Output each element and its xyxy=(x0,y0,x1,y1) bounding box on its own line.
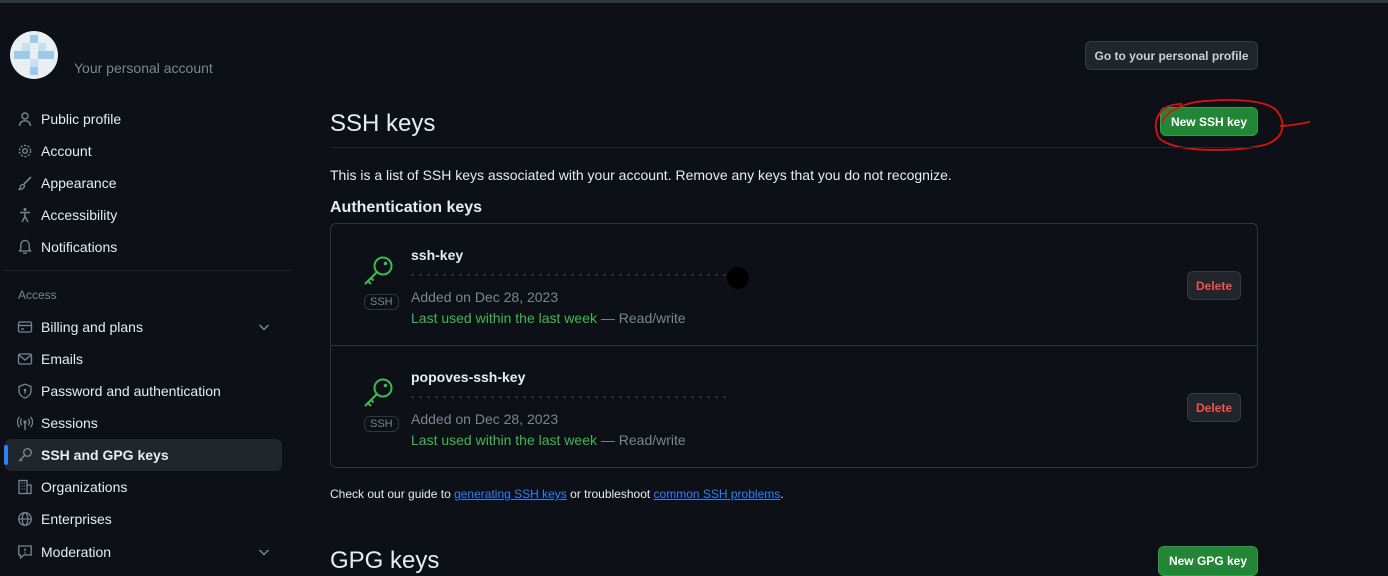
sidebar-item-label: Sessions xyxy=(41,415,98,431)
new-ssh-key-button[interactable]: New SSH key xyxy=(1160,107,1258,136)
key-icon xyxy=(18,448,32,462)
last-used-text: Last used within the last week xyxy=(411,310,597,326)
key-last-used: Last used within the last week — Read/wr… xyxy=(411,310,686,326)
globe-icon xyxy=(18,512,32,526)
sidebar-item-organizations[interactable]: Organizations xyxy=(5,471,282,503)
section-divider xyxy=(330,147,1258,148)
account-subtitle: Your personal account xyxy=(74,60,213,76)
ssh-key-list: SSH ssh-key Added on Dec 28, 2023 Last u… xyxy=(330,223,1258,468)
sidebar-item-account[interactable]: Account xyxy=(5,135,282,167)
chevron-down-icon[interactable] xyxy=(256,319,272,335)
ssh-key-row: SSH popoves-ssh-key Added on Dec 28, 202… xyxy=(331,346,1257,467)
ssh-badge: SSH xyxy=(364,416,399,432)
ssh-help-text: Check out our guide to generating SSH ke… xyxy=(330,487,784,501)
key-title: popoves-ssh-key xyxy=(411,369,526,385)
redaction-mark xyxy=(727,267,749,289)
delete-key-button[interactable]: Delete xyxy=(1187,393,1241,422)
sidebar-item-label: Notifications xyxy=(41,239,118,255)
key-added-date: Added on Dec 28, 2023 xyxy=(411,289,559,305)
sidebar-item-moderation[interactable]: Moderation xyxy=(5,536,282,568)
sidebar-item-label: Password and authentication xyxy=(41,383,221,399)
sidebar-item-ssh-gpg-keys[interactable]: SSH and GPG keys xyxy=(4,439,282,471)
access-level: — Read/write xyxy=(597,310,686,326)
ssh-badge: SSH xyxy=(364,294,399,310)
help-text-middle: or troubleshoot xyxy=(566,487,654,501)
sidebar-item-label: Moderation xyxy=(41,544,112,560)
key-added-date: Added on Dec 28, 2023 xyxy=(411,411,559,427)
sidebar-item-label: Emails xyxy=(41,351,84,367)
sidebar-item-public-profile[interactable]: Public profile xyxy=(5,103,282,135)
report-icon xyxy=(18,545,32,560)
key-title: ssh-key xyxy=(411,247,464,263)
sidebar-item-sessions[interactable]: Sessions xyxy=(5,407,282,439)
sidebar-item-enterprises[interactable]: Enterprises xyxy=(5,503,282,535)
sidebar-item-label: Account xyxy=(41,143,92,159)
ssh-description: This is a list of SSH keys associated wi… xyxy=(330,167,952,183)
last-used-text: Last used within the last week xyxy=(411,432,597,448)
sidebar-item-label: SSH and GPG keys xyxy=(41,447,169,463)
common-ssh-problems-link[interactable]: common SSH problems xyxy=(654,487,781,501)
help-text-prefix: Check out our guide to xyxy=(330,487,455,501)
sidebar-item-emails[interactable]: Emails xyxy=(5,343,282,375)
ssh-keys-title: SSH keys xyxy=(330,110,436,137)
credit-card-icon xyxy=(17,321,33,333)
person-icon xyxy=(18,112,32,127)
delete-key-button[interactable]: Delete xyxy=(1187,271,1241,300)
sidebar-item-billing[interactable]: Billing and plans xyxy=(5,311,282,343)
sidebar-item-label: Enterprises xyxy=(41,511,112,527)
ssh-key-row: SSH ssh-key Added on Dec 28, 2023 Last u… xyxy=(331,224,1257,345)
avatar[interactable] xyxy=(10,31,58,79)
key-last-used: Last used within the last week — Read/wr… xyxy=(411,432,686,448)
access-level: — Read/write xyxy=(597,432,686,448)
broadcast-icon xyxy=(17,416,33,430)
sidebar-item-label: Public profile xyxy=(41,111,122,127)
sidebar-item-password[interactable]: Password and authentication xyxy=(5,375,282,407)
go-to-profile-button[interactable]: Go to your personal profile xyxy=(1085,41,1258,70)
sidebar-item-accessibility[interactable]: Accessibility xyxy=(5,199,282,231)
paintbrush-icon xyxy=(17,176,32,191)
sidebar-item-label: Accessibility xyxy=(41,207,118,223)
redacted-fingerprint xyxy=(411,396,731,398)
mail-icon xyxy=(17,353,33,365)
chevron-down-icon[interactable] xyxy=(256,544,272,560)
sidebar-item-appearance[interactable]: Appearance xyxy=(5,167,282,199)
top-border xyxy=(0,0,1388,3)
accessibility-icon xyxy=(20,208,30,223)
sidebar-item-label: Appearance xyxy=(41,175,117,191)
redacted-fingerprint xyxy=(411,274,731,276)
gear-icon xyxy=(18,144,32,158)
shield-lock-icon xyxy=(18,383,32,399)
sidebar-item-label: Organizations xyxy=(41,479,128,495)
sidebar-item-notifications[interactable]: Notifications xyxy=(5,231,282,263)
organization-icon xyxy=(18,479,32,495)
sidebar-item-label: Billing and plans xyxy=(41,319,143,335)
generating-ssh-keys-link[interactable]: generating SSH keys xyxy=(454,487,567,501)
help-text-suffix: . xyxy=(780,487,784,501)
sidebar-section-access: Access xyxy=(18,288,57,302)
authentication-keys-heading: Authentication keys xyxy=(330,199,483,216)
sidebar-divider xyxy=(3,270,291,271)
key-icon xyxy=(364,378,393,407)
key-icon xyxy=(364,256,393,285)
new-gpg-key-button[interactable]: New GPG key xyxy=(1158,546,1258,576)
bell-icon xyxy=(18,239,32,254)
